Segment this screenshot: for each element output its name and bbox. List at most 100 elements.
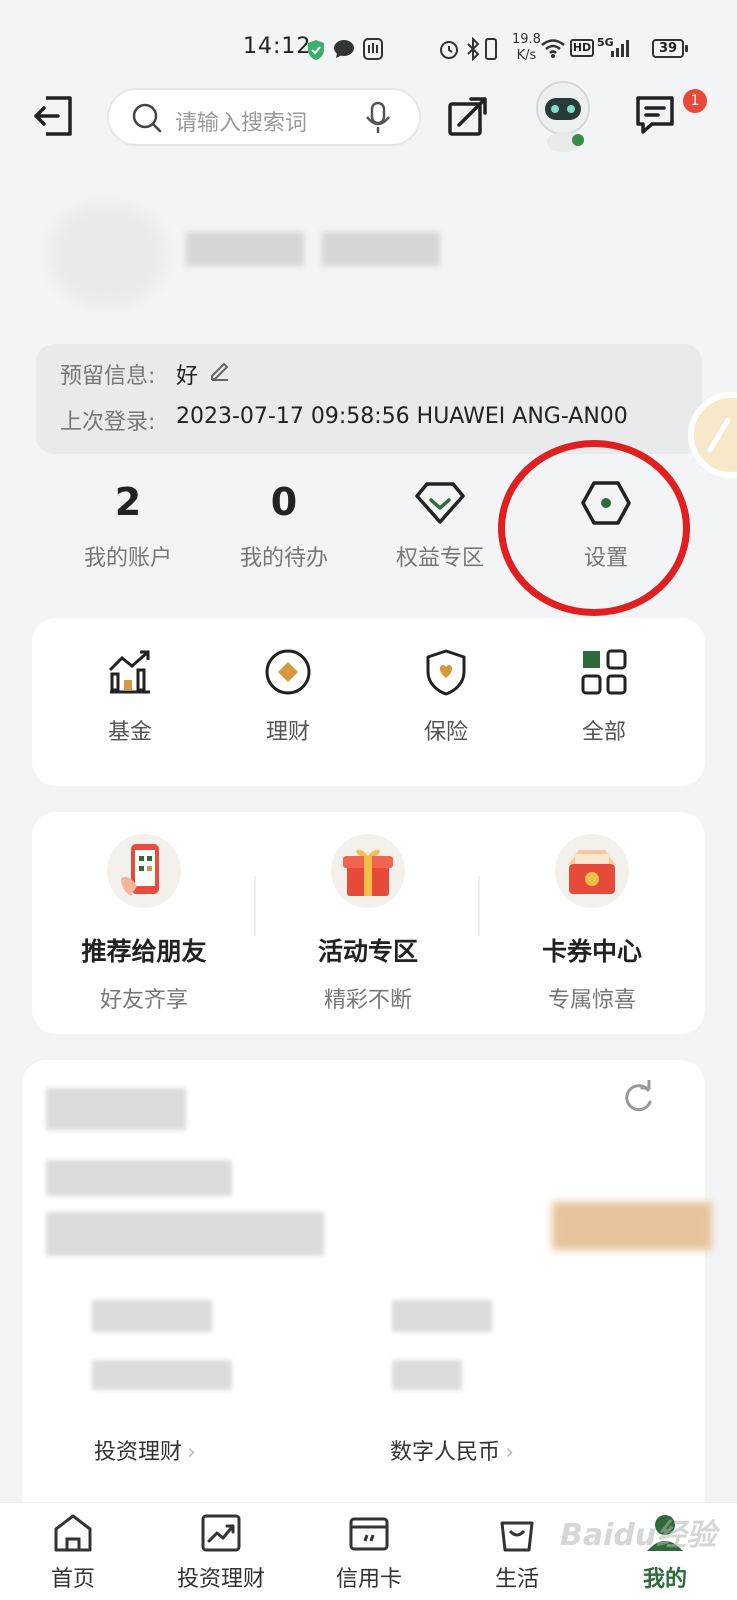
reserved-info-label: 预留信息: bbox=[60, 364, 156, 389]
nav-credit-card-label: 信用卡 bbox=[335, 1567, 402, 1592]
nav-home[interactable]: 首页 bbox=[8, 1513, 138, 1593]
home-icon bbox=[54, 1514, 92, 1552]
status-time: 14:12 bbox=[243, 34, 312, 59]
detail-blur-2 bbox=[392, 1300, 492, 1332]
message-icon[interactable] bbox=[634, 94, 676, 136]
refer-friend-subtitle: 好友齐享 bbox=[99, 988, 188, 1013]
bluetooth-icon bbox=[467, 37, 480, 61]
status-bar: 14:12 19.8 K/s HD 5G 39 bbox=[0, 0, 737, 70]
edit-icon[interactable] bbox=[208, 358, 232, 382]
account-title-blur bbox=[46, 1088, 186, 1130]
insurance-label: 保险 bbox=[423, 720, 468, 745]
last-login-value: 2023-07-17 09:58:56 HUAWEI ANG-AN00 bbox=[176, 404, 628, 429]
search-icon bbox=[132, 103, 162, 133]
diamond-icon bbox=[415, 482, 465, 524]
coupon-box-icon bbox=[555, 834, 629, 908]
digital-rmb-link-label: 数字人民币 bbox=[390, 1440, 501, 1465]
my-accounts[interactable]: 2 我的账户 bbox=[58, 480, 198, 572]
fund-label: 基金 bbox=[107, 720, 152, 745]
vibrate-icon bbox=[485, 38, 497, 60]
reserved-info-value: 好 bbox=[176, 364, 199, 389]
wealth-coin-icon bbox=[265, 649, 311, 695]
activity-zone-title: 活动专区 bbox=[317, 937, 418, 966]
insurance-shield-icon bbox=[426, 649, 466, 696]
chevron-right-icon: › bbox=[187, 1440, 196, 1465]
todo-count: 0 bbox=[270, 480, 298, 524]
robot-assistant-icon[interactable] bbox=[528, 80, 598, 152]
nav-mine-label: 我的 bbox=[642, 1567, 687, 1592]
signal-bars-icon bbox=[611, 40, 629, 57]
product-wealth[interactable]: 理财 bbox=[218, 648, 358, 746]
detail-blur-3 bbox=[92, 1360, 232, 1390]
product-all[interactable]: 全部 bbox=[534, 648, 674, 746]
product-fund[interactable]: 基金 bbox=[60, 648, 200, 746]
promo-refer-friend[interactable]: 推荐给朋友 好友齐享 bbox=[44, 834, 244, 1014]
account-balance-blur bbox=[46, 1212, 324, 1256]
nav-investment-label: 投资理财 bbox=[176, 1567, 265, 1592]
activity-zone-subtitle: 精彩不断 bbox=[323, 988, 412, 1013]
promo-coupon-center[interactable]: 卡券中心 专属惊喜 bbox=[492, 834, 692, 1014]
account-number-blur bbox=[46, 1160, 232, 1196]
notification-badge: 1 bbox=[683, 89, 707, 113]
net-speed-value: 19.8 bbox=[512, 32, 541, 47]
my-todo[interactable]: 0 我的待办 bbox=[214, 480, 354, 572]
chat-bubble-icon bbox=[334, 40, 354, 58]
account-card: 投资理财 › 数字人民币 › bbox=[22, 1060, 712, 1520]
accounts-count: 2 bbox=[114, 480, 142, 524]
share-expand-icon[interactable] bbox=[447, 96, 489, 136]
search-input[interactable]: 请输入搜索词 bbox=[107, 88, 421, 146]
microphone-icon[interactable] bbox=[365, 101, 391, 135]
highlight-circle bbox=[498, 440, 690, 616]
shopping-bag-icon bbox=[500, 1521, 534, 1552]
shield-check-icon bbox=[308, 40, 324, 60]
hand-icon bbox=[363, 38, 383, 60]
nav-home-label: 首页 bbox=[50, 1567, 95, 1592]
username-blur-1 bbox=[186, 232, 304, 266]
alarm-icon bbox=[440, 41, 458, 59]
floating-ball-icon[interactable] bbox=[686, 390, 737, 480]
link-digital-rmb[interactable]: 数字人民币 › bbox=[390, 1434, 514, 1466]
battery-indicator: 39 bbox=[652, 39, 688, 58]
promo-divider-1 bbox=[254, 876, 256, 936]
watermark: Baidu经验 bbox=[560, 1518, 717, 1553]
products-card: 基金 理财 保险 全部 bbox=[32, 618, 705, 786]
trend-chart-icon bbox=[201, 1514, 241, 1552]
net-speed: 19.8 K/s bbox=[512, 32, 541, 64]
wealth-label: 理财 bbox=[265, 720, 310, 745]
link-investment[interactable]: 投资理财 › bbox=[94, 1434, 196, 1466]
phone-qr-icon bbox=[107, 834, 181, 908]
last-login-label: 上次登录: bbox=[60, 410, 156, 435]
wifi-icon bbox=[541, 39, 565, 58]
gift-box-icon bbox=[331, 834, 405, 908]
todo-label: 我的待办 bbox=[239, 546, 328, 571]
avatar[interactable] bbox=[50, 205, 165, 305]
all-label: 全部 bbox=[581, 720, 626, 745]
credit-card-icon bbox=[349, 1517, 389, 1551]
exit-icon[interactable] bbox=[32, 94, 76, 138]
search-placeholder: 请输入搜索词 bbox=[175, 111, 308, 136]
username-blur-2 bbox=[322, 232, 440, 266]
coupon-center-subtitle: 专属惊喜 bbox=[547, 988, 636, 1013]
account-info-box: 预留信息: 好 上次登录: 2023-07-17 09:58:56 HUAWEI… bbox=[36, 344, 702, 454]
accounts-label: 我的账户 bbox=[83, 546, 172, 571]
investment-link-label: 投资理财 bbox=[94, 1440, 183, 1465]
nav-investment[interactable]: 投资理财 bbox=[156, 1513, 286, 1593]
promos-card: 推荐给朋友 好友齐享 活动专区 精彩不断 卡券中心 专属惊喜 bbox=[32, 812, 705, 1034]
coupon-center-title: 卡券中心 bbox=[541, 937, 642, 966]
benefits-zone[interactable]: 权益专区 bbox=[370, 480, 510, 572]
hd-badge: HD bbox=[570, 39, 594, 57]
nav-credit-card[interactable]: 信用卡 bbox=[304, 1513, 434, 1593]
product-insurance[interactable]: 保险 bbox=[376, 648, 516, 746]
detail-blur-4 bbox=[392, 1360, 462, 1390]
fund-chart-icon bbox=[108, 650, 150, 694]
nav-life-label: 生活 bbox=[494, 1567, 539, 1592]
benefits-label: 权益专区 bbox=[395, 546, 484, 571]
net-speed-unit: K/s bbox=[516, 48, 537, 63]
account-action-blur[interactable] bbox=[552, 1202, 712, 1250]
grid-all-icon bbox=[581, 649, 627, 695]
refresh-icon[interactable] bbox=[620, 1080, 656, 1116]
chevron-right-icon: › bbox=[505, 1440, 514, 1465]
refer-friend-title: 推荐给朋友 bbox=[81, 937, 207, 966]
promo-activity-zone[interactable]: 活动专区 精彩不断 bbox=[268, 834, 468, 1014]
promo-divider-2 bbox=[478, 876, 480, 936]
